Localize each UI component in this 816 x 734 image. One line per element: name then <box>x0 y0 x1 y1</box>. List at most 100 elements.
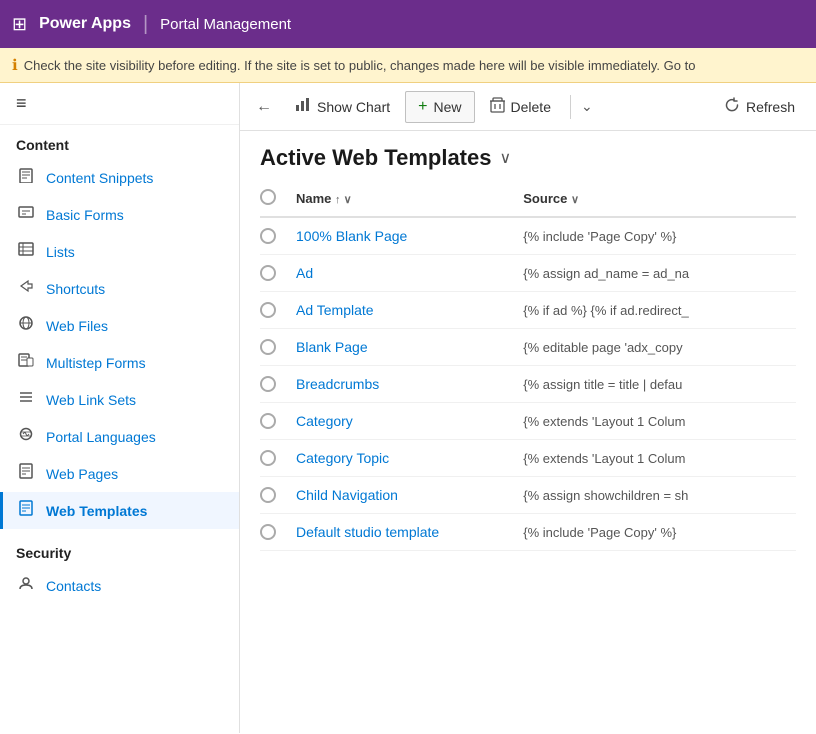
warning-icon: ℹ <box>12 56 18 74</box>
web-pages-icon <box>16 463 36 484</box>
row-radio[interactable] <box>260 487 276 503</box>
sidebar-item-label: Lists <box>46 244 75 260</box>
row-source: {% extends 'Layout 1 Colum <box>523 414 796 429</box>
main-layout: ≡ Content Content Snippets Basic Forms L… <box>0 83 816 733</box>
row-source: {% assign ad_name = ad_na <box>523 266 796 281</box>
data-table: Name ↑ ∨ Source ∨ 100% Blank Page {% inc… <box>240 181 816 733</box>
sidebar-item-label: Web Templates <box>46 503 147 519</box>
row-radio[interactable] <box>260 413 276 429</box>
row-radio[interactable] <box>260 265 276 281</box>
delete-label: Delete <box>511 99 551 115</box>
web-files-icon <box>16 315 36 336</box>
sidebar-item-web-link-sets[interactable]: Web Link Sets <box>0 381 239 418</box>
sidebar-item-web-templates[interactable]: Web Templates <box>0 492 239 529</box>
toolbar-separator <box>570 95 571 119</box>
multistep-forms-icon <box>16 352 36 373</box>
header-radio[interactable] <box>260 189 276 205</box>
row-source: {% assign title = title | defau <box>523 377 796 392</box>
table-header: Name ↑ ∨ Source ∨ <box>260 181 796 218</box>
row-name-link[interactable]: Blank Page <box>296 339 523 355</box>
module-name: Portal Management <box>160 16 291 33</box>
warning-bar: ℹ Check the site visibility before editi… <box>0 48 816 83</box>
column-header-name[interactable]: Name ↑ ∨ <box>296 191 523 206</box>
row-name-link[interactable]: Category Topic <box>296 450 523 466</box>
row-source: {% extends 'Layout 1 Colum <box>523 451 796 466</box>
refresh-button[interactable]: Refresh <box>711 90 808 123</box>
shortcuts-icon <box>16 278 36 299</box>
sidebar-item-label: Shortcuts <box>46 281 105 297</box>
row-radio[interactable] <box>260 524 276 540</box>
page-title-bar: Active Web Templates ∨ <box>240 131 816 181</box>
row-radio[interactable] <box>260 302 276 318</box>
sidebar-item-lists[interactable]: Lists <box>0 233 239 270</box>
new-button[interactable]: + New <box>405 91 474 123</box>
sidebar-item-shortcuts[interactable]: Shortcuts <box>0 270 239 307</box>
table-row: Ad {% assign ad_name = ad_na <box>260 255 796 292</box>
contacts-icon <box>16 575 36 596</box>
header-check-col <box>260 189 296 208</box>
header-divider: | <box>143 13 148 36</box>
new-icon: + <box>418 98 427 116</box>
toolbar-chevron-button[interactable]: ⌄ <box>577 92 597 121</box>
sidebar-content-label: Content <box>0 125 239 159</box>
row-name-link[interactable]: Ad Template <box>296 302 523 318</box>
row-name-link[interactable]: Ad <box>296 265 523 281</box>
sidebar-item-portal-languages[interactable]: Portal Languages <box>0 418 239 455</box>
table-row: Child Navigation {% assign showchildren … <box>260 477 796 514</box>
delete-button[interactable]: Delete <box>477 90 564 123</box>
new-label: New <box>434 99 462 115</box>
sidebar-item-web-files[interactable]: Web Files <box>0 307 239 344</box>
table-row: Blank Page {% editable page 'adx_copy <box>260 329 796 366</box>
sidebar-item-multistep-forms[interactable]: Multistep Forms <box>0 344 239 381</box>
sidebar-item-label: Web Files <box>46 318 108 334</box>
top-header: ⊞ Power Apps | Portal Management <box>0 0 816 48</box>
sidebar-item-web-pages[interactable]: Web Pages <box>0 455 239 492</box>
row-source: {% include 'Page Copy' %} <box>523 229 796 244</box>
back-button[interactable]: ← <box>248 92 280 122</box>
sidebar-item-label: Multistep Forms <box>46 355 146 371</box>
refresh-icon <box>724 97 740 116</box>
page-title-chevron[interactable]: ∨ <box>499 148 511 168</box>
show-chart-button[interactable]: Show Chart <box>282 90 403 123</box>
row-radio[interactable] <box>260 450 276 466</box>
sidebar-hamburger[interactable]: ≡ <box>0 83 239 125</box>
warning-text: Check the site visibility before editing… <box>24 58 696 73</box>
name-sort-indicator[interactable]: ↑ ∨ <box>335 194 352 206</box>
table-row: Ad Template {% if ad %} {% if ad.redirec… <box>260 292 796 329</box>
source-sort-indicator[interactable]: ∨ <box>571 194 579 206</box>
sidebar-security-label: Security <box>0 533 239 567</box>
row-source: {% editable page 'adx_copy <box>523 340 796 355</box>
grid-icon[interactable]: ⊞ <box>12 14 27 35</box>
row-name-link[interactable]: Child Navigation <box>296 487 523 503</box>
content-area: ← Show Chart + New Delete ⌄ <box>240 83 816 733</box>
table-row: 100% Blank Page {% include 'Page Copy' %… <box>260 218 796 255</box>
sidebar-item-contacts[interactable]: Contacts <box>0 567 239 604</box>
sidebar: ≡ Content Content Snippets Basic Forms L… <box>0 83 240 733</box>
content-snippets-icon <box>16 167 36 188</box>
delete-icon <box>490 97 505 116</box>
portal-languages-icon <box>16 426 36 447</box>
basic-forms-icon <box>16 204 36 225</box>
row-name-link[interactable]: Default studio template <box>296 524 523 540</box>
page-title: Active Web Templates <box>260 145 491 171</box>
table-row: Category {% extends 'Layout 1 Colum <box>260 403 796 440</box>
sidebar-item-label: Basic Forms <box>46 207 124 223</box>
sidebar-item-label: Contacts <box>46 578 101 594</box>
row-source: {% assign showchildren = sh <box>523 488 796 503</box>
table-row: Breadcrumbs {% assign title = title | de… <box>260 366 796 403</box>
row-radio[interactable] <box>260 339 276 355</box>
row-radio[interactable] <box>260 228 276 244</box>
web-templates-icon <box>16 500 36 521</box>
sidebar-item-basic-forms[interactable]: Basic Forms <box>0 196 239 233</box>
row-name-link[interactable]: 100% Blank Page <box>296 228 523 244</box>
sidebar-item-content-snippets[interactable]: Content Snippets <box>0 159 239 196</box>
column-header-source[interactable]: Source ∨ <box>523 191 796 206</box>
row-name-link[interactable]: Category <box>296 413 523 429</box>
row-name-link[interactable]: Breadcrumbs <box>296 376 523 392</box>
row-source: {% if ad %} {% if ad.redirect_ <box>523 303 796 318</box>
show-chart-label: Show Chart <box>317 99 390 115</box>
sidebar-item-label: Web Link Sets <box>46 392 136 408</box>
sidebar-item-label: Content Snippets <box>46 170 153 186</box>
row-radio[interactable] <box>260 376 276 392</box>
show-chart-icon <box>295 97 311 116</box>
